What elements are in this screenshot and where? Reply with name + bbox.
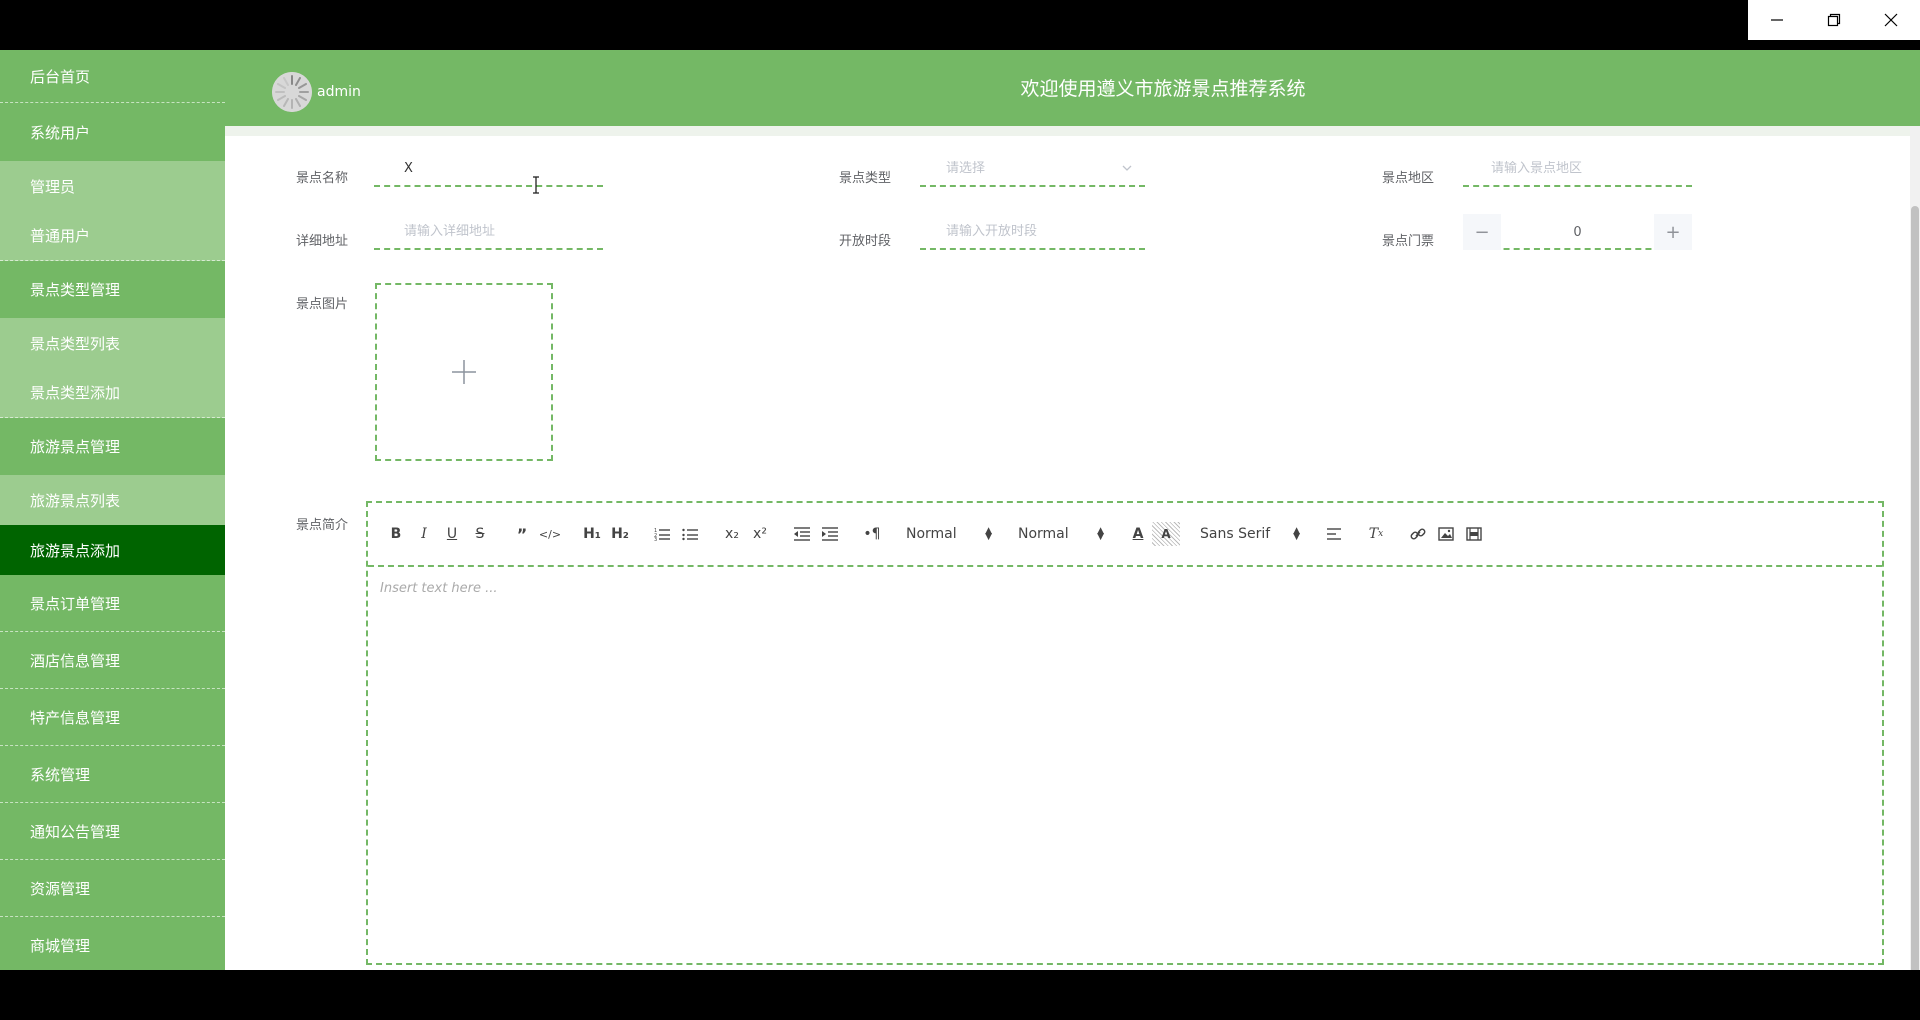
open-hours-label: 开放时段 bbox=[839, 234, 892, 249]
background-color-icon[interactable]: A bbox=[1152, 522, 1180, 546]
code-block-icon[interactable]: </> bbox=[536, 522, 564, 546]
sidebar-item-resources[interactable]: 资源管理 bbox=[0, 860, 225, 917]
sidebar-item-admins[interactable]: 管理员 bbox=[0, 161, 225, 211]
sidebar-item-specialties[interactable]: 特产信息管理 bbox=[0, 689, 225, 746]
spot-region-field bbox=[1463, 151, 1692, 187]
open-hours-field bbox=[920, 214, 1145, 250]
select-arrows-icon: ▲ ▼ bbox=[985, 526, 992, 542]
svg-text:3: 3 bbox=[654, 537, 657, 541]
restore-button[interactable] bbox=[1805, 0, 1862, 40]
sidebar-item-notices[interactable]: 通知公告管理 bbox=[0, 803, 225, 860]
video-icon[interactable] bbox=[1460, 522, 1488, 546]
blockquote-icon[interactable]: ” bbox=[508, 522, 536, 546]
italic-icon[interactable]: I bbox=[410, 522, 438, 546]
ticket-value[interactable]: 0 bbox=[1503, 214, 1652, 250]
text-color-icon[interactable]: A bbox=[1124, 522, 1152, 546]
window-bottom-bar bbox=[0, 970, 1920, 1020]
username: admin bbox=[317, 84, 361, 100]
editor-content[interactable]: Insert text here ... bbox=[368, 567, 1882, 610]
heading2-icon[interactable]: H₂ bbox=[606, 522, 634, 546]
image-upload-button[interactable] bbox=[375, 283, 553, 461]
bullet-list-icon[interactable] bbox=[676, 522, 704, 546]
sidebar-item-system-users[interactable]: 系统用户 bbox=[0, 103, 225, 161]
subscript-icon[interactable]: x₂ bbox=[718, 522, 746, 546]
sidebar-item-spot-type-list[interactable]: 景点类型列表 bbox=[0, 318, 225, 368]
sidebar-item-home[interactable]: 后台首页 bbox=[0, 50, 225, 103]
avatar[interactable] bbox=[272, 72, 312, 112]
scrollbar-thumb[interactable] bbox=[1911, 206, 1919, 970]
restore-icon bbox=[1827, 13, 1841, 27]
font-select[interactable]: Sans Serif ▲ ▼ bbox=[1194, 522, 1306, 546]
address-label: 详细地址 bbox=[296, 234, 349, 249]
spot-region-label: 景点地区 bbox=[1382, 171, 1435, 186]
size-select[interactable]: Normal ▲ ▼ bbox=[1012, 522, 1110, 546]
clear-format-icon[interactable]: Tx bbox=[1362, 522, 1390, 546]
superscript-icon[interactable]: x² bbox=[746, 522, 774, 546]
plus-icon bbox=[452, 360, 476, 384]
sidebar-item-spot-list[interactable]: 旅游景点列表 bbox=[0, 475, 225, 525]
editor-toolbar: B I U S ” </> H₁ H₂ 123 x₂ x² •¶ Normal … bbox=[368, 503, 1882, 567]
spot-name-field bbox=[374, 151, 603, 187]
bold-icon[interactable]: B bbox=[382, 522, 410, 546]
minimize-button[interactable] bbox=[1748, 0, 1805, 40]
image-icon[interactable] bbox=[1432, 522, 1460, 546]
vertical-scrollbar[interactable] bbox=[1910, 126, 1920, 970]
link-icon[interactable] bbox=[1404, 522, 1432, 546]
system-title: 欢迎使用遵义市旅游景点推荐系统 bbox=[1020, 78, 1306, 100]
sidebar-item-spot-type-mgmt[interactable]: 景点类型管理 bbox=[0, 261, 225, 318]
spot-name-label: 景点名称 bbox=[296, 171, 349, 186]
sidebar-item-orders[interactable]: 景点订单管理 bbox=[0, 575, 225, 632]
header-divider bbox=[225, 126, 1920, 136]
minimize-icon bbox=[1770, 19, 1783, 21]
heading1-icon[interactable]: H₁ bbox=[578, 522, 606, 546]
text-cursor-icon bbox=[533, 176, 539, 194]
sidebar-item-spot-type-add[interactable]: 景点类型添加 bbox=[0, 368, 225, 418]
indent-icon[interactable] bbox=[816, 522, 844, 546]
close-button[interactable] bbox=[1863, 0, 1920, 40]
sidebar-item-normal-users[interactable]: 普通用户 bbox=[0, 211, 225, 261]
editor-placeholder: Insert text here ... bbox=[380, 581, 498, 596]
spot-type-input[interactable] bbox=[920, 160, 1145, 176]
rich-text-editor: B I U S ” </> H₁ H₂ 123 x₂ x² •¶ Normal … bbox=[366, 501, 1884, 965]
sidebar: 后台首页 系统用户 管理员 普通用户 景点类型管理 景点类型列表 景点类型添加 … bbox=[0, 50, 225, 970]
ticket-decrement-button[interactable]: − bbox=[1463, 214, 1501, 250]
spot-type-select[interactable] bbox=[920, 151, 1145, 187]
main-content: admin 欢迎使用遵义市旅游景点推荐系统 景点名称 景点类型 景点地区 详细地… bbox=[225, 50, 1920, 970]
sidebar-item-hotels[interactable]: 酒店信息管理 bbox=[0, 632, 225, 689]
select-arrows-icon: ▲ ▼ bbox=[1097, 526, 1104, 542]
sidebar-item-system-mgmt[interactable]: 系统管理 bbox=[0, 746, 225, 803]
ordered-list-icon[interactable]: 123 bbox=[648, 522, 676, 546]
window-controls bbox=[1748, 0, 1920, 40]
align-icon[interactable] bbox=[1320, 522, 1348, 546]
spot-region-input[interactable] bbox=[1463, 160, 1692, 176]
select-arrows-icon: ▲ ▼ bbox=[1293, 526, 1300, 542]
spot-intro-label: 景点简介 bbox=[296, 518, 349, 533]
window-titlebar bbox=[0, 0, 1920, 50]
ticket-stepper: − 0 + bbox=[1463, 214, 1692, 250]
underline-icon[interactable]: U bbox=[438, 522, 466, 546]
outdent-icon[interactable] bbox=[788, 522, 816, 546]
avatar-spinner-icon bbox=[272, 72, 312, 112]
sidebar-item-spot-mgmt[interactable]: 旅游景点管理 bbox=[0, 418, 225, 475]
text-direction-icon[interactable]: •¶ bbox=[858, 522, 886, 546]
spot-image-label: 景点图片 bbox=[296, 297, 349, 312]
open-hours-input[interactable] bbox=[920, 223, 1145, 239]
ticket-increment-button[interactable]: + bbox=[1654, 214, 1692, 250]
header-select[interactable]: Normal ▲ ▼ bbox=[900, 522, 998, 546]
sidebar-item-mall[interactable]: 商城管理 bbox=[0, 917, 225, 970]
spot-name-input[interactable] bbox=[374, 160, 603, 176]
sidebar-item-spot-add[interactable]: 旅游景点添加 bbox=[0, 525, 225, 575]
close-icon bbox=[1884, 13, 1898, 27]
chevron-down-icon bbox=[1122, 165, 1132, 171]
top-header: admin 欢迎使用遵义市旅游景点推荐系统 bbox=[225, 50, 1920, 126]
ticket-label: 景点门票 bbox=[1382, 234, 1435, 249]
address-input[interactable] bbox=[374, 223, 603, 239]
spot-type-label: 景点类型 bbox=[839, 171, 892, 186]
strike-icon[interactable]: S bbox=[466, 522, 494, 546]
address-field bbox=[374, 214, 603, 250]
